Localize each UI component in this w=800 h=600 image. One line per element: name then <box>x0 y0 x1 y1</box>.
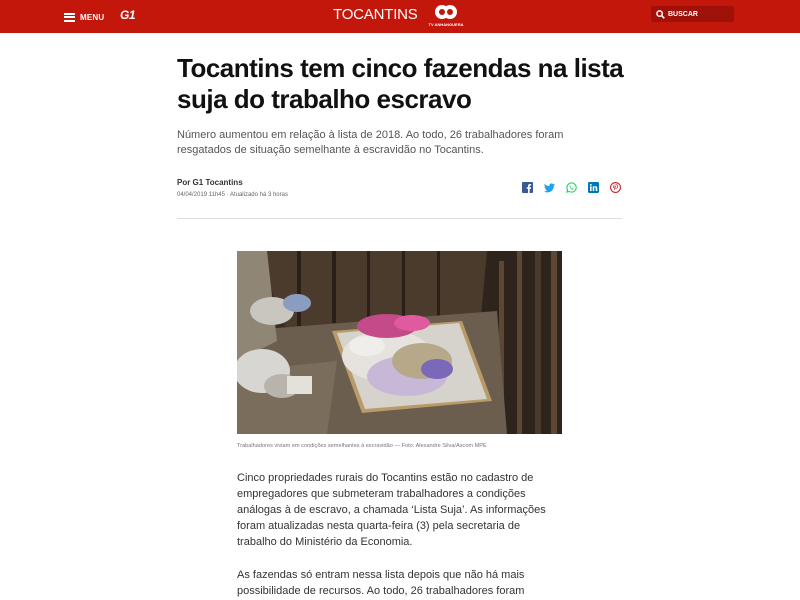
header-divider <box>177 218 622 219</box>
article-byline: Por G1 Tocantins <box>177 178 243 187</box>
pinterest-icon[interactable] <box>610 182 621 193</box>
facebook-icon[interactable] <box>522 182 533 193</box>
search-label: BUSCAR <box>668 10 698 18</box>
menu-button[interactable]: MENU <box>64 9 104 25</box>
article-headline: Tocantins tem cinco fazendas na lista su… <box>177 53 624 114</box>
article-photo-image <box>237 251 562 434</box>
whatsapp-icon[interactable] <box>566 182 577 193</box>
tv-anhanguera-logo[interactable]: TV ANHANGUERA <box>425 4 467 28</box>
article-paragraph: As fazendas só entram nessa lista depois… <box>237 569 525 597</box>
search-icon <box>656 9 665 19</box>
g1-logo[interactable]: G1 <box>120 8 136 22</box>
photo-caption: Trabalhadores viviam em condições semelh… <box>237 443 487 449</box>
twitter-icon[interactable] <box>544 182 555 193</box>
tv-anhanguera-logo-mark <box>435 5 457 19</box>
site-title[interactable]: TOCANTINS <box>333 6 418 23</box>
article-dateline: 04/04/2019 11h45 · Atualizado há 3 horas <box>177 192 288 198</box>
top-navigation-bar: MENU G1 TOCANTINS TV ANHANGUERA BUSCAR <box>0 0 800 33</box>
article-paragraph: Cinco propriedades rurais do Tocantins e… <box>237 472 546 548</box>
share-bar <box>522 182 621 193</box>
article-photo[interactable] <box>237 251 562 434</box>
article-subtitle: Número aumentou em relação à lista de 20… <box>177 129 564 156</box>
hamburger-icon <box>64 12 75 22</box>
menu-label: MENU <box>80 12 105 22</box>
search-field[interactable]: BUSCAR <box>651 6 734 22</box>
linkedin-icon[interactable] <box>588 182 599 193</box>
tv-logo-text: TV ANHANGUERA <box>428 22 464 27</box>
